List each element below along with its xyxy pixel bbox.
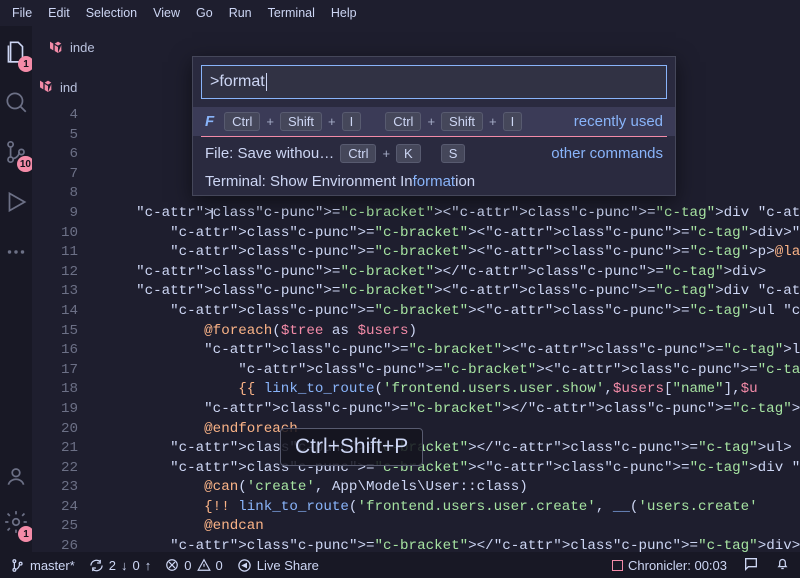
status-problems[interactable]: 0 0 — [165, 558, 222, 573]
palette-cmd-letter: F — [205, 113, 214, 130]
palette-hint: other commands — [551, 145, 663, 162]
command-palette: >format F Ctrl+ Shift+ I Ctrl+ Shift+ I … — [192, 56, 676, 196]
menu-selection[interactable]: Selection — [78, 4, 145, 22]
palette-result-format[interactable]: F Ctrl+ Shift+ I Ctrl+ Shift+ I recently… — [193, 107, 675, 136]
record-icon — [612, 560, 623, 571]
keystroke-overlay: Ctrl+Shift+P — [280, 428, 423, 466]
palette-input-text: >format — [210, 73, 265, 91]
activity-bar: 1 10 1 — [0, 26, 32, 552]
menu-run[interactable]: Run — [221, 4, 260, 22]
tab-index[interactable]: inde — [38, 35, 105, 59]
explorer-icon[interactable]: 1 — [0, 36, 32, 68]
account-icon[interactable] — [0, 460, 32, 492]
menu-terminal[interactable]: Terminal — [260, 4, 323, 22]
source-control-icon[interactable]: 10 — [0, 136, 32, 168]
palette-hint: recently used — [574, 113, 663, 130]
breadcrumb-label: ind — [60, 80, 77, 95]
status-branch[interactable]: master* — [10, 558, 75, 573]
bell-icon[interactable] — [775, 556, 790, 574]
search-icon[interactable] — [0, 86, 32, 118]
settings-gear-icon[interactable]: 1 — [0, 506, 32, 538]
menu-file[interactable]: File — [4, 4, 40, 22]
menu-view[interactable]: View — [145, 4, 188, 22]
run-debug-icon[interactable] — [0, 186, 32, 218]
extensions-icon[interactable] — [0, 236, 32, 268]
status-sync[interactable]: 2↓ 0↑ — [89, 558, 151, 573]
menu-help[interactable]: Help — [323, 4, 365, 22]
status-chronicler[interactable]: Chronicler: 00:03 — [612, 558, 727, 573]
menu-go[interactable]: Go — [188, 4, 221, 22]
text-cursor-icon: I — [210, 206, 214, 224]
menu-edit[interactable]: Edit — [40, 4, 78, 22]
status-bar: master* 2↓ 0↑ 0 0 Live Share Chronicler:… — [0, 552, 800, 578]
line-gutter: 4567891011121314151617181920212223242526… — [32, 106, 102, 552]
menu-bar: File Edit Selection View Go Run Terminal… — [0, 0, 800, 26]
feedback-icon[interactable] — [743, 556, 759, 575]
palette-result-save[interactable]: File: Save withou… Ctrl+ K S other comma… — [193, 139, 675, 168]
palette-input[interactable]: >format — [201, 65, 667, 99]
tab-label: inde — [70, 40, 95, 55]
editor-area: inde ind nod-users-pd-h 4567891011121314… — [32, 26, 800, 552]
palette-result-terminal[interactable]: Terminal: Show Environment Information — [193, 168, 675, 195]
laravel-icon — [48, 39, 64, 55]
laravel-icon — [38, 78, 54, 97]
status-liveshare[interactable]: Live Share — [237, 558, 319, 573]
